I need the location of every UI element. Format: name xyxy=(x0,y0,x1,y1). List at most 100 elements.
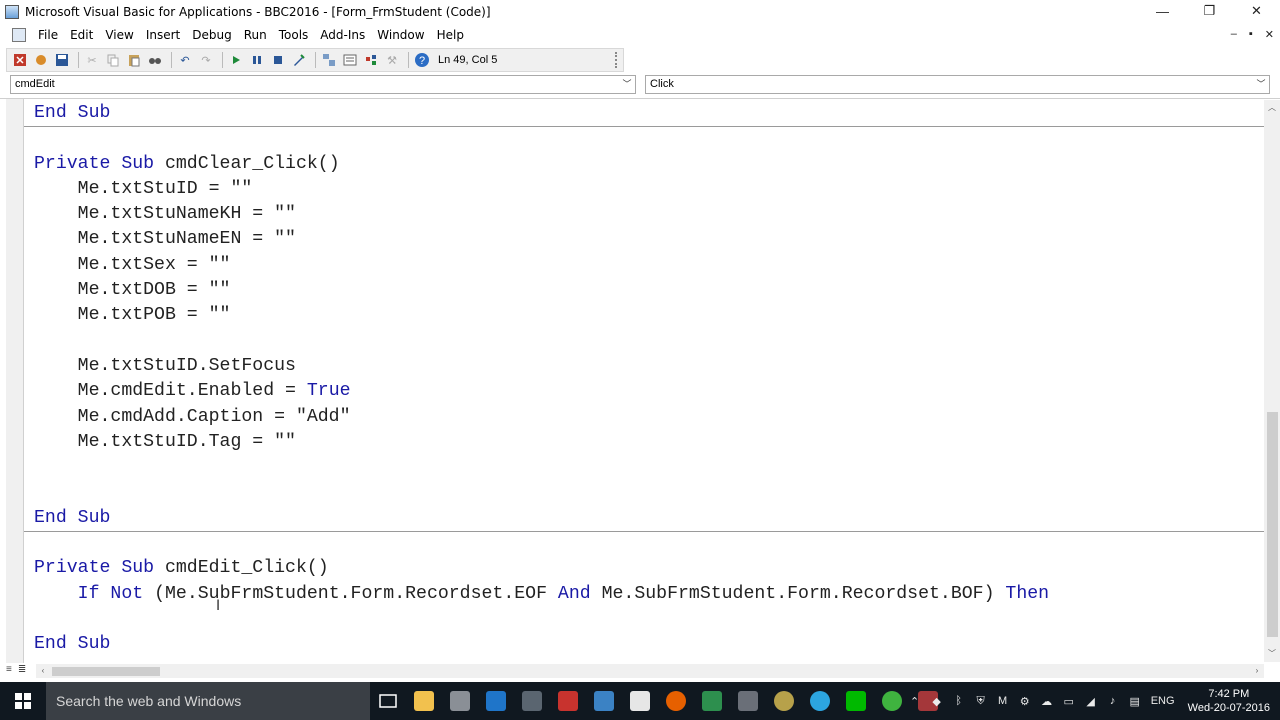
store-icon[interactable] xyxy=(622,682,658,720)
copy-icon[interactable] xyxy=(104,51,122,69)
toolbox-icon[interactable]: ⚒ xyxy=(383,51,401,69)
notifications-icon[interactable]: ▤ xyxy=(1126,682,1144,720)
code-line[interactable]: End Sub xyxy=(34,506,1260,531)
mdi-minimize-button[interactable]: – xyxy=(1231,28,1237,41)
close-button[interactable]: ✕ xyxy=(1233,0,1280,22)
chevron-down-icon[interactable]: ﹀ xyxy=(1255,76,1267,93)
menu-help[interactable]: Help xyxy=(431,28,470,42)
code-line[interactable]: Private Sub cmdClear_Click() xyxy=(34,152,1260,177)
code-line[interactable]: Me.txtStuID = "" xyxy=(34,177,1260,202)
calculator-icon[interactable] xyxy=(730,682,766,720)
menu-tools[interactable]: Tools xyxy=(273,28,315,42)
menu-view[interactable]: View xyxy=(99,28,139,42)
break-icon[interactable] xyxy=(248,51,266,69)
code-window[interactable]: End Sub Private Sub cmdClear_Click() Me.… xyxy=(0,98,1280,680)
vba-app-icon[interactable] xyxy=(5,5,19,19)
reset-icon[interactable] xyxy=(269,51,287,69)
menu-run[interactable]: Run xyxy=(238,28,273,42)
cloud-icon[interactable]: ☁ xyxy=(1038,682,1056,720)
code-line[interactable]: End Sub xyxy=(34,632,1260,657)
run-icon[interactable] xyxy=(227,51,245,69)
scroll-left-icon[interactable]: ‹ xyxy=(36,664,50,678)
toolbar-grip[interactable] xyxy=(615,52,621,68)
taskbar-app-icon[interactable] xyxy=(514,682,550,720)
help-icon[interactable]: ? xyxy=(413,51,431,69)
taskbar-clock[interactable]: 7:42 PM Wed-20-07-2016 xyxy=(1182,687,1280,715)
redo-icon[interactable]: ↷ xyxy=(197,51,215,69)
line-app-icon[interactable] xyxy=(838,682,874,720)
object-dropdown[interactable]: cmdEdit ﹀ xyxy=(10,75,636,94)
object-browser-icon[interactable] xyxy=(362,51,380,69)
task-view-icon[interactable] xyxy=(370,682,406,720)
network-icon[interactable]: ◢ xyxy=(1082,682,1100,720)
firefox-icon[interactable] xyxy=(658,682,694,720)
taskbar-app-icon[interactable] xyxy=(694,682,730,720)
code-line[interactable]: Me.txtStuID.SetFocus xyxy=(34,354,1260,379)
horizontal-scrollbar[interactable]: ‹ › xyxy=(36,664,1264,678)
procedure-view-icon[interactable]: ≡ xyxy=(6,664,12,675)
cut-icon[interactable]: ✂ xyxy=(83,51,101,69)
mdi-close-button[interactable]: ✕ xyxy=(1265,28,1274,41)
language-indicator[interactable]: ENG xyxy=(1148,682,1178,720)
insert-module-icon[interactable] xyxy=(32,51,50,69)
paste-icon[interactable] xyxy=(125,51,143,69)
telegram-icon[interactable] xyxy=(802,682,838,720)
show-hidden-icons-icon[interactable]: ⌃ xyxy=(906,682,924,720)
vertical-scrollbar[interactable]: ︿ ﹀ xyxy=(1264,100,1280,662)
volume-icon[interactable]: ♪ xyxy=(1104,682,1122,720)
scroll-right-icon[interactable]: › xyxy=(1250,664,1264,678)
menu-file[interactable]: File xyxy=(32,28,64,42)
minimize-button[interactable]: — xyxy=(1139,0,1186,22)
code-line[interactable]: Me.txtPOB = "" xyxy=(34,303,1260,328)
code-line[interactable]: Me.txtStuNameKH = "" xyxy=(34,202,1260,227)
full-module-view-icon[interactable]: ≣ xyxy=(18,664,26,675)
save-icon[interactable] xyxy=(53,51,71,69)
horizontal-scroll-thumb[interactable] xyxy=(52,667,160,676)
code-line[interactable] xyxy=(34,480,1260,505)
taskbar-app-icon[interactable] xyxy=(442,682,478,720)
battery-icon[interactable]: ▭ xyxy=(1060,682,1078,720)
scroll-down-icon[interactable]: ﹀ xyxy=(1264,648,1280,662)
mdi-restore-button[interactable]: ▪ xyxy=(1249,28,1253,41)
code-line[interactable]: Me.txtStuNameEN = "" xyxy=(34,227,1260,252)
menu-window[interactable]: Window xyxy=(371,28,430,42)
taskbar-search-box[interactable]: Search the web and Windows xyxy=(46,682,370,720)
code-line[interactable]: Me.txtDOB = "" xyxy=(34,278,1260,303)
chevron-down-icon[interactable]: ﹀ xyxy=(621,76,633,93)
margin-indicator-bar[interactable] xyxy=(6,99,24,663)
settings-icon[interactable]: ⚙ xyxy=(1016,682,1034,720)
code-window-icon[interactable] xyxy=(12,28,26,42)
shield-icon[interactable]: ⛨ xyxy=(972,682,990,720)
code-line[interactable] xyxy=(34,329,1260,354)
excel-view-icon[interactable] xyxy=(11,51,29,69)
code-line[interactable]: Me.txtStuID.Tag = "" xyxy=(34,430,1260,455)
menu-add-ins[interactable]: Add-Ins xyxy=(314,28,371,42)
properties-icon[interactable] xyxy=(341,51,359,69)
design-mode-icon[interactable] xyxy=(290,51,308,69)
dropbox-icon[interactable]: ◆ xyxy=(928,682,946,720)
code-line[interactable] xyxy=(34,531,1260,556)
file-explorer-icon[interactable] xyxy=(406,682,442,720)
code-line[interactable]: Me.cmdEdit.Enabled = True xyxy=(34,379,1260,404)
taskbar-app-icon[interactable] xyxy=(766,682,802,720)
undo-icon[interactable]: ↶ xyxy=(176,51,194,69)
code-line[interactable]: Me.cmdAdd.Caption = "Add" xyxy=(34,405,1260,430)
code-line[interactable]: Private Sub cmdEdit_Click() xyxy=(34,556,1260,581)
m-app-icon[interactable]: M xyxy=(994,682,1012,720)
code-line[interactable]: End Sub xyxy=(34,101,1260,126)
code-editor[interactable]: End Sub Private Sub cmdClear_Click() Me.… xyxy=(34,101,1260,661)
code-line[interactable]: Me.txtSex = "" xyxy=(34,253,1260,278)
utorrent-icon[interactable] xyxy=(874,682,910,720)
vertical-scroll-thumb[interactable] xyxy=(1267,412,1278,637)
find-icon[interactable] xyxy=(146,51,164,69)
start-button[interactable] xyxy=(0,682,46,720)
scroll-up-icon[interactable]: ︿ xyxy=(1264,102,1280,116)
code-line[interactable] xyxy=(34,455,1260,480)
menu-edit[interactable]: Edit xyxy=(64,28,99,42)
taskbar-app-icon[interactable] xyxy=(550,682,586,720)
procedure-dropdown[interactable]: Click ﹀ xyxy=(645,75,1270,94)
festo-app-icon[interactable] xyxy=(478,682,514,720)
paint-app-icon[interactable] xyxy=(586,682,622,720)
bluetooth-icon[interactable]: ᛒ xyxy=(950,682,968,720)
menu-debug[interactable]: Debug xyxy=(186,28,237,42)
